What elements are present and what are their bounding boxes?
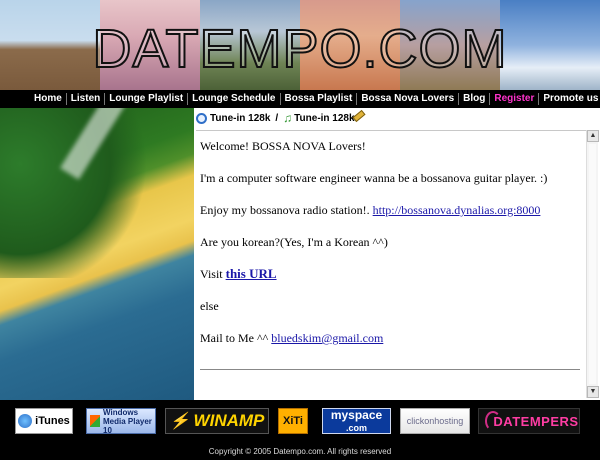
scroll-up-icon[interactable]: ▲ <box>587 130 599 142</box>
email-link[interactable]: bluedskim@gmail.com <box>271 331 383 345</box>
nav-promote-us[interactable]: Promote us <box>539 93 600 105</box>
mail-paragraph: Mail to Me ^^ bluedskim@gmail.com <box>200 331 582 345</box>
visit-paragraph: Visit this URL <box>200 266 582 282</box>
scroll-track[interactable] <box>589 144 596 384</box>
xiti-logo[interactable]: XiTi <box>278 408 308 434</box>
welcome-text: Welcome! BOSSA NOVA Lovers! <box>200 139 366 153</box>
winamp-label: WINAMP <box>193 411 265 430</box>
myspace-line-2: .com <box>345 422 367 433</box>
myspace-line-1: myspace <box>330 407 383 422</box>
tune-in-label-1: Tune-in 128k <box>210 112 271 124</box>
nav-lounge-schedule[interactable]: Lounge Schedule <box>188 93 281 105</box>
nav-register[interactable]: Register <box>490 93 540 105</box>
wmp-label: Windows Media Player 10 <box>103 408 155 435</box>
datempers-label: DATEMPERS <box>493 413 579 429</box>
windows-media-player-logo[interactable]: Windows Media Player 10 <box>86 408 156 435</box>
datempers-logo[interactable]: DATEMPERS <box>478 408 580 434</box>
nav-blog[interactable]: Blog <box>459 93 491 105</box>
nav-lounge-playlist[interactable]: Lounge Playlist <box>105 93 189 105</box>
scroll-down-icon[interactable]: ▼ <box>587 386 599 398</box>
itunes-icon <box>18 414 33 428</box>
message-frame: Welcome! BOSSA NOVA Lovers! I'm a comput… <box>196 130 598 398</box>
nav-bossa-playlist[interactable]: Bossa Playlist <box>281 93 358 105</box>
content-divider <box>200 369 580 370</box>
enjoy-text: Enjoy my bossanova radio station!. <box>200 203 373 217</box>
signal-wave-icon <box>485 411 501 431</box>
radio-stream-link[interactable]: http://bossanova.dynalias.org:8000 <box>373 203 541 217</box>
footer-copyright: Copyright © 2005 Datempo.com. All rights… <box>0 444 600 460</box>
xiti-label: XiTi <box>283 415 303 427</box>
itunes-logo[interactable]: iTunes <box>15 408 73 434</box>
korean-question: Are you korean?(Yes, I'm a Korean ^^) <box>200 235 388 249</box>
clickon-label: clickonhosting <box>406 416 464 426</box>
nav-bossa-nova-lovers[interactable]: Bossa Nova Lovers <box>357 93 460 105</box>
visit-text: Visit <box>200 267 226 281</box>
mail-text: Mail to Me ^^ <box>200 331 272 345</box>
clickonhosting-logo[interactable]: clickonhosting <box>400 408 470 434</box>
tune-in-link-2[interactable]: ♫ Tune-in 128k <box>283 109 366 125</box>
media-player-icon <box>196 112 207 124</box>
message-content: Welcome! BOSSA NOVA Lovers! I'm a comput… <box>200 139 582 363</box>
tune-in-label-2: Tune-in 128k <box>294 112 355 124</box>
myspace-label: myspace .com <box>331 409 382 434</box>
enjoy-paragraph: Enjoy my bossanova radio station!. http:… <box>200 203 582 217</box>
beach-photo <box>0 108 194 400</box>
tune-separator: / <box>275 112 279 124</box>
site-banner: DATEMPO.COM DATEMPO.COM <box>0 0 600 90</box>
content-panel: Tune-in 128k / ♫ Tune-in 128k Welcome! B… <box>194 108 600 400</box>
nav-home[interactable]: Home <box>30 93 67 105</box>
music-note-icon: ♫ <box>283 111 293 125</box>
content-scrollbar[interactable]: ▲ ▼ <box>586 130 599 398</box>
myspace-logo[interactable]: myspace .com <box>322 408 391 434</box>
tune-in-bar: Tune-in 128k / ♫ Tune-in 128k <box>194 108 366 128</box>
nav-listen[interactable]: Listen <box>67 93 106 105</box>
winamp-logo[interactable]: ⚡ WINAMP <box>165 408 269 434</box>
wmp-line-2: Media Player 10 <box>103 416 152 435</box>
else-text: else <box>200 299 219 313</box>
windows-media-icon <box>90 415 100 427</box>
itunes-label: iTunes <box>35 415 70 427</box>
tune-in-link-1[interactable]: Tune-in 128k <box>196 112 271 124</box>
main-nav: Home Listen Lounge Playlist Lounge Sched… <box>0 90 600 108</box>
lightning-icon: ⚡ <box>169 413 190 430</box>
partner-logos: iTunes Windows Media Player 10 ⚡ WINAMP X… <box>0 400 600 444</box>
wmp-line-1: Windows <box>103 407 139 417</box>
site-title: DATEMPO.COM <box>92 18 508 80</box>
this-url-link[interactable]: this URL <box>226 266 277 281</box>
intro-text: I'm a computer software engineer wanna b… <box>200 171 548 185</box>
